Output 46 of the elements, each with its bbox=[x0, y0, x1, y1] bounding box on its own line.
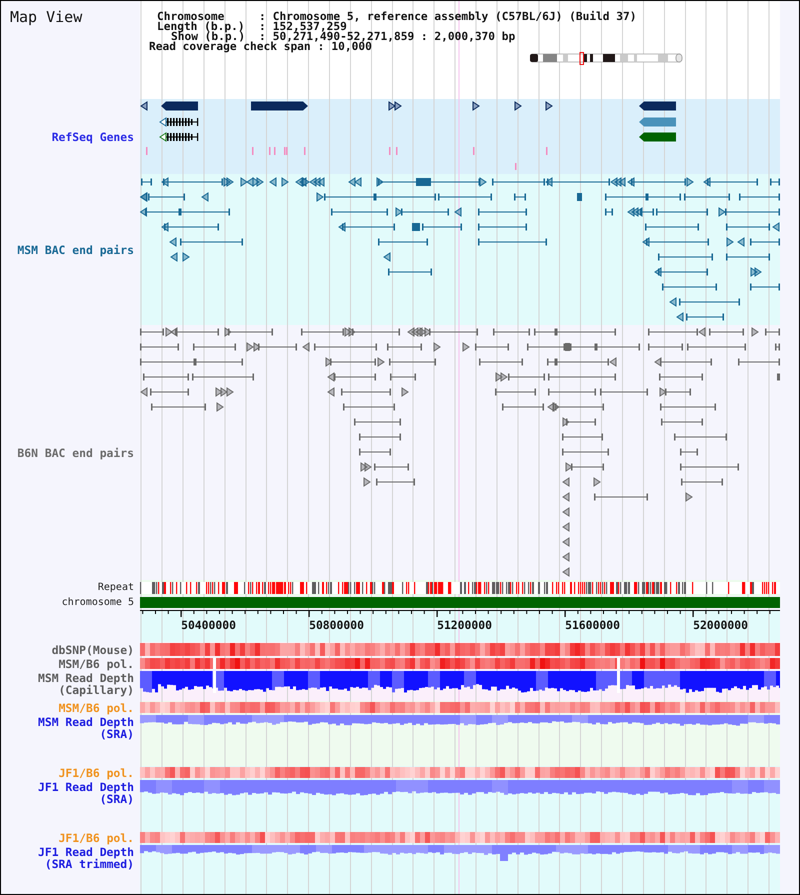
gene-feature bbox=[140, 101, 148, 111]
track-label: MSM BAC end pairs bbox=[17, 244, 134, 256]
feature-tick bbox=[515, 163, 516, 170]
gene-feature bbox=[546, 101, 553, 111]
track-label: MSM Read Depth (Capillary) bbox=[36, 672, 134, 696]
info-line: Read coverage check span : 10,000 bbox=[149, 42, 372, 52]
track-label: RefSeq Genes bbox=[52, 130, 134, 142]
track-label: MSM/B6 pol. bbox=[58, 702, 134, 714]
track-label: JF1 Read Depth (SRA trimmed) bbox=[36, 846, 134, 870]
track-label: chromosome 5 bbox=[62, 597, 134, 609]
gene-transcript bbox=[159, 132, 198, 142]
info-line: Length (b.p.) : 152,537,259 bbox=[157, 22, 347, 32]
info-line: Chromosome : Chromosome 5, reference assembly (C57BL/6J) (Build 37) bbox=[157, 12, 636, 22]
feature-tick bbox=[274, 147, 276, 155]
track-label: Repeat bbox=[98, 582, 134, 594]
gene-feature bbox=[514, 101, 522, 111]
feature-tick bbox=[304, 147, 306, 155]
axis-tick-label: 50800000 bbox=[309, 618, 364, 632]
track-label: dbSNP(Mouse) bbox=[52, 644, 134, 656]
feature-tick bbox=[546, 147, 548, 155]
track-label: JF1/B6 pol. bbox=[58, 766, 134, 778]
gene-feature bbox=[251, 102, 308, 110]
track-label: MSM Read Depth (SRA) bbox=[36, 716, 134, 740]
gene-transcript bbox=[159, 117, 198, 127]
feature-tick bbox=[389, 147, 390, 155]
feature-tick bbox=[396, 147, 398, 155]
info-line: Show (b.p.) : 50,271,490-52,271,859 : 2,000,370 bp bbox=[171, 32, 516, 42]
gene-feature bbox=[639, 132, 676, 142]
axis-tick-label: 52000000 bbox=[693, 618, 748, 632]
gene-feature bbox=[639, 118, 676, 126]
gene-feature bbox=[161, 102, 198, 110]
gene-feature bbox=[472, 101, 480, 111]
axis-tick-label: 50400000 bbox=[181, 618, 236, 632]
feature-tick bbox=[146, 147, 148, 155]
feature-tick bbox=[269, 147, 270, 155]
track-label: JF1/B6 pol. bbox=[58, 832, 134, 844]
feature-tick bbox=[473, 147, 474, 155]
track-label: JF1 Read Depth (SRA) bbox=[36, 781, 134, 805]
gene-feature bbox=[639, 102, 676, 110]
region-marker bbox=[580, 52, 584, 65]
map-view-title: Map View bbox=[10, 8, 82, 26]
feature-tick bbox=[252, 147, 254, 155]
axis-tick-label: 51600000 bbox=[565, 618, 620, 632]
axis-tick-label: 51200000 bbox=[437, 618, 492, 632]
track-label: MSM/B6 pol. bbox=[58, 658, 134, 670]
track-label: B6N BAC end pairs bbox=[17, 446, 134, 458]
